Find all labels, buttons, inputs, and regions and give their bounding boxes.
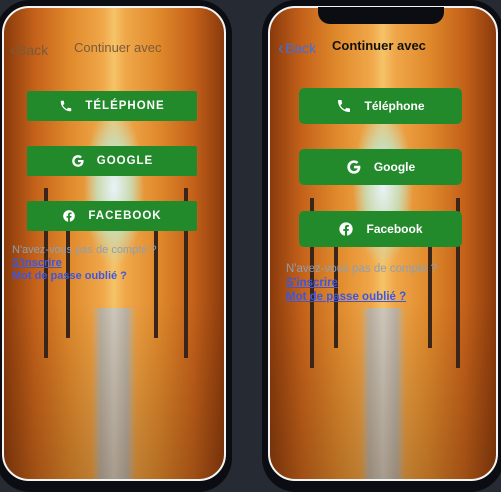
screen-right: ‹Back Continuer avec Téléphone Google Fa… xyxy=(268,6,498,481)
phone-icon xyxy=(336,98,352,114)
signup-link[interactable]: S'inscrire xyxy=(12,257,157,270)
google-login-button[interactable]: Google xyxy=(299,149,462,185)
phone-notch xyxy=(318,7,444,24)
button-label: Google xyxy=(373,160,416,174)
google-login-button[interactable]: GOOGLE xyxy=(27,146,197,176)
signup-link[interactable]: S'inscrire xyxy=(286,276,437,290)
back-label: Back xyxy=(285,40,317,56)
chevron-left-icon: ‹ xyxy=(10,40,16,60)
back-button[interactable]: ‹Back xyxy=(278,38,316,59)
no-account-text: N'avez-vous pas de compte ? xyxy=(12,244,157,256)
phone-login-button[interactable]: TÉLÉPHONE xyxy=(27,91,197,121)
google-icon xyxy=(71,154,85,168)
facebook-icon xyxy=(62,209,76,223)
chevron-left-icon: ‹ xyxy=(278,38,284,58)
header: ‹Back Continuer avec xyxy=(270,32,496,58)
account-links: N'avez-vous pas de compte ? S'inscrire M… xyxy=(12,244,157,283)
phone-frame-left: ‹Back Continuer avec TÉLÉPHONE GOOGLE FA… xyxy=(0,0,232,492)
button-label: Téléphone xyxy=(364,99,425,113)
phone-login-button[interactable]: Téléphone xyxy=(299,88,462,124)
facebook-icon xyxy=(338,221,354,237)
no-account-text: N'avez-vous pas de compte ? xyxy=(286,263,438,275)
screen-left: ‹Back Continuer avec TÉLÉPHONE GOOGLE FA… xyxy=(2,6,226,481)
phone-frame-right: ‹Back Continuer avec Téléphone Google Fa… xyxy=(262,0,501,492)
button-label: FACEBOOK xyxy=(88,210,162,222)
page-title: Continuer avec xyxy=(332,38,426,53)
google-icon xyxy=(346,159,362,175)
back-label: Back xyxy=(17,42,49,58)
account-links: N'avez-vous pas de compte ? S'inscrire M… xyxy=(286,262,437,304)
back-button[interactable]: ‹Back xyxy=(10,40,48,61)
forgot-password-link[interactable]: Mot de passe oublié ? xyxy=(12,270,157,283)
phone-icon xyxy=(59,99,73,113)
header: ‹Back Continuer avec xyxy=(4,34,224,60)
button-label: TÉLÉPHONE xyxy=(85,100,165,112)
page-title: Continuer avec xyxy=(74,40,162,55)
facebook-login-button[interactable]: FACEBOOK xyxy=(27,201,197,231)
facebook-login-button[interactable]: Facebook xyxy=(299,211,462,247)
button-label: GOOGLE xyxy=(96,155,154,167)
button-label: Facebook xyxy=(366,222,423,236)
forgot-password-link[interactable]: Mot de passe oublié ? xyxy=(286,290,437,304)
